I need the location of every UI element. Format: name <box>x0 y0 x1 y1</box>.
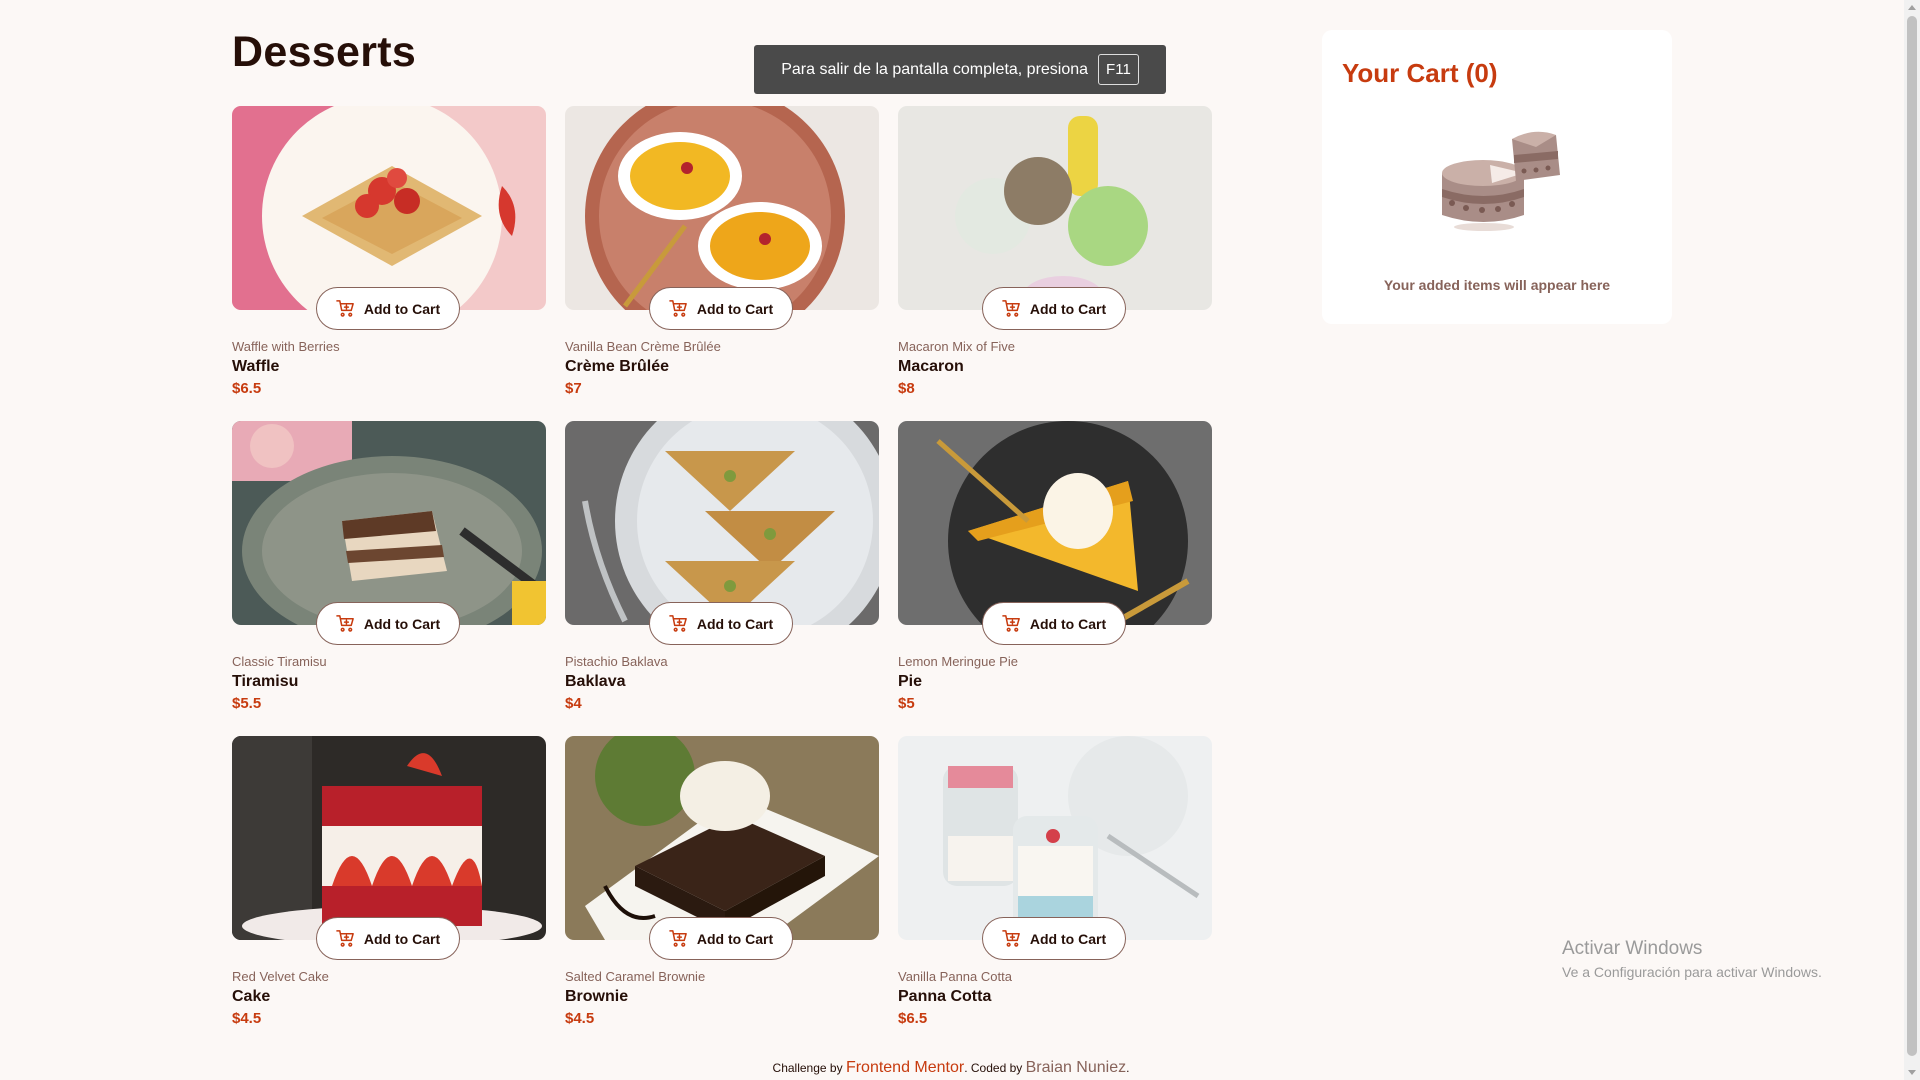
add-to-cart-button[interactable]: Add to Cart <box>316 917 460 960</box>
add-to-cart-icon <box>336 300 354 317</box>
footer-prefix: Challenge by <box>772 1061 843 1075</box>
product-card: Add to Cart Vanilla Panna Cotta Panna Cott… <box>898 736 1212 1031</box>
product-price: $7 <box>565 380 582 397</box>
scroll-up-arrow-icon[interactable] <box>1908 5 1916 10</box>
add-to-cart-label: Add to Cart <box>696 615 774 632</box>
coder-link[interactable]: Braian Nuniez <box>1026 1059 1127 1076</box>
product-category: Salted Caramel Brownie <box>565 969 706 984</box>
add-to-cart-icon <box>669 615 687 632</box>
product-price: $8 <box>898 380 915 397</box>
panna-cotta-photo <box>898 736 1212 940</box>
add-to-cart-button[interactable]: Add to Cart <box>982 287 1126 330</box>
product-name: Crème Brûlée <box>565 358 670 375</box>
macaron-photo <box>898 106 1212 310</box>
product-category: Macaron Mix of Five <box>898 339 1016 354</box>
product-category: Red Velvet Cake <box>232 969 329 984</box>
windows-activation-subtitle: Ve a Configuración para activar Windows. <box>1562 964 1822 980</box>
add-to-cart-label: Add to Cart <box>696 930 774 947</box>
footer-suffix: . <box>1126 1061 1130 1075</box>
product-name: Pie <box>898 673 923 690</box>
add-to-cart-icon <box>336 930 354 947</box>
product-name: Baklava <box>565 673 626 690</box>
product-category: Vanilla Panna Cotta <box>898 969 1012 984</box>
product-card: Add to Cart Salted Caramel Brownie Brownie… <box>565 736 879 1031</box>
windows-activation-title: Activar Windows <box>1562 938 1703 959</box>
product-card: Add to Cart Macaron Mix of Five Macaron $8 <box>898 106 1212 401</box>
product-card: Add to Cart Pistachio Baklava Baklava $4 <box>565 421 879 716</box>
baklava-photo <box>565 421 879 625</box>
product-name: Tiramisu <box>232 673 299 690</box>
product-card: Add to Cart Red Velvet Cake Cake $4.5 <box>232 736 546 1031</box>
page-title: Desserts <box>232 28 417 76</box>
product-category: Lemon Meringue Pie <box>898 654 1018 669</box>
frontend-mentor-link[interactable]: Frontend Mentor <box>846 1059 964 1076</box>
add-to-cart-label: Add to Cart <box>363 930 441 947</box>
footer-middle: . Coded by <box>964 1061 1023 1075</box>
scroll-down-arrow-icon[interactable] <box>1908 1070 1916 1075</box>
add-to-cart-label: Add to Cart <box>1029 615 1107 632</box>
product-name: Cake <box>232 988 271 1005</box>
add-to-cart-button[interactable]: Add to Cart <box>649 917 793 960</box>
product-price: $4.5 <box>565 1010 595 1027</box>
cart-panel: Your Cart (0) Your added items will appe… <box>1322 30 1672 324</box>
product-grid: Add to Cart Waffle with Berries Waffle $6.5… <box>232 106 1212 1031</box>
f11-key: F11 <box>1098 54 1139 85</box>
windows-activation-watermark: Activar Windows Ve a Configuración para … <box>1562 938 1822 980</box>
fullscreen-notice: Para salir de la pantalla completa, pres… <box>754 45 1166 94</box>
product-price: $5.5 <box>232 695 262 712</box>
product-category: Waffle with Berries <box>232 339 340 354</box>
add-to-cart-icon <box>669 300 687 317</box>
pie-photo <box>898 421 1212 625</box>
waffle-photo <box>232 106 546 310</box>
add-to-cart-label: Add to Cart <box>1029 300 1107 317</box>
cake-photo <box>232 736 546 940</box>
add-to-cart-label: Add to Cart <box>363 300 441 317</box>
page-footer: Challenge by Frontend Mentor. Coded by B… <box>0 1059 1902 1077</box>
product-card: Add to Cart Waffle with Berries Waffle $6.5 <box>232 106 546 401</box>
add-to-cart-button[interactable]: Add to Cart <box>649 602 793 645</box>
product-category: Classic Tiramisu <box>232 654 327 669</box>
add-to-cart-label: Add to Cart <box>1029 930 1107 947</box>
product-card: Add to Cart Lemon Meringue Pie Pie $5 <box>898 421 1212 716</box>
product-name: Panna Cotta <box>898 988 992 1005</box>
add-to-cart-button[interactable]: Add to Cart <box>982 602 1126 645</box>
add-to-cart-icon <box>669 930 687 947</box>
brownie-photo <box>565 736 879 940</box>
product-price: $4.5 <box>232 1010 262 1027</box>
add-to-cart-icon <box>1002 615 1020 632</box>
cart-title: Your Cart (0) <box>1342 58 1498 88</box>
add-to-cart-button[interactable]: Add to Cart <box>316 287 460 330</box>
product-category: Vanilla Bean Crème Brûlée <box>565 339 721 354</box>
add-to-cart-icon <box>336 615 354 632</box>
product-card: Add to Cart Classic Tiramisu Tiramisu $5.5 <box>232 421 546 716</box>
product-name: Brownie <box>565 988 629 1005</box>
product-price: $6.5 <box>232 380 262 397</box>
add-to-cart-button[interactable]: Add to Cart <box>982 917 1126 960</box>
product-price: $4 <box>565 695 582 712</box>
add-to-cart-icon <box>1002 930 1020 947</box>
fullscreen-notice-text: Para salir de la pantalla completa, pres… <box>781 60 1089 78</box>
product-name: Waffle <box>232 358 280 375</box>
scroll-thumb[interactable] <box>1907 16 1917 1056</box>
product-price: $6.5 <box>898 1010 928 1027</box>
cart-empty-message: Your added items will appear here <box>1383 277 1611 293</box>
product-card: Add to Cart Vanilla Bean Crème Brûlée Crèm… <box>565 106 879 401</box>
add-to-cart-button[interactable]: Add to Cart <box>316 602 460 645</box>
add-to-cart-label: Add to Cart <box>696 300 774 317</box>
vertical-scrollbar[interactable] <box>1904 0 1920 1080</box>
add-to-cart-icon <box>1002 300 1020 317</box>
empty-cart-cake-icon <box>1442 131 1560 231</box>
add-to-cart-label: Add to Cart <box>363 615 441 632</box>
product-name: Macaron <box>898 358 964 375</box>
add-to-cart-button[interactable]: Add to Cart <box>649 287 793 330</box>
product-category: Pistachio Baklava <box>565 654 668 669</box>
product-price: $5 <box>898 695 915 712</box>
tiramisu-photo <box>232 421 546 625</box>
creme-brulee-photo <box>565 106 879 310</box>
